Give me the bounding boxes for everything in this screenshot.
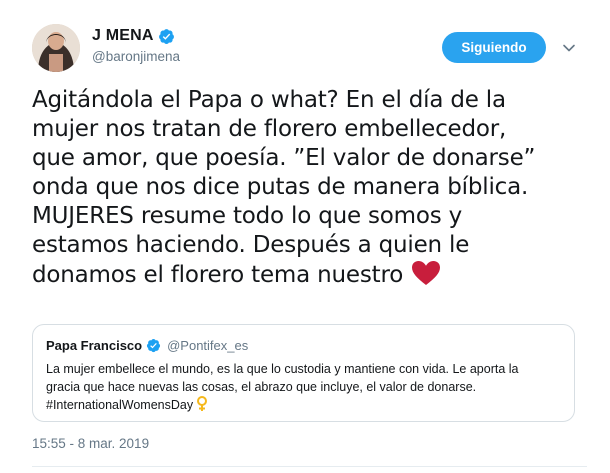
tweet-card: J MENA @baronjimena Siguiendo Agitándola…	[0, 0, 610, 473]
chevron-down-icon[interactable]	[562, 41, 576, 55]
following-button[interactable]: Siguiendo	[442, 32, 546, 63]
tweet-text-line: Agitándola el Papa o what? En el día de …	[32, 87, 506, 113]
tweet-text-line: que amor, que poesía. ”El valor de donar…	[32, 145, 536, 171]
quoted-text-line: gracia que hace nuevas las cosas, el abr…	[46, 380, 477, 394]
quoted-author-handle: @Pontifex_es	[167, 338, 249, 353]
heart-emoji	[412, 261, 441, 285]
tweet-text: Agitándola el Papa o what? En el día de …	[32, 86, 582, 290]
verified-badge-icon	[158, 28, 174, 44]
female-sign-emoji	[197, 396, 208, 411]
tweet-header: J MENA @baronjimena Siguiendo	[32, 24, 587, 76]
hashtag-link[interactable]: #InternationalWomensDay	[46, 398, 193, 412]
author-handle[interactable]: @baronjimena	[92, 49, 180, 64]
tweet-text-line: MUJERES resume todo lo que somos y	[32, 203, 463, 229]
author-block: J MENA @baronjimena	[92, 27, 180, 64]
quoted-text-line-last: #InternationalWomensDay	[46, 396, 571, 414]
divider	[32, 466, 587, 467]
tweet-text-line: mujer nos tratan de florero embellecedor…	[32, 116, 507, 142]
author-display-name[interactable]: J MENA	[92, 27, 154, 45]
quoted-tweet[interactable]: Papa Francisco @Pontifex_es La mujer emb…	[32, 324, 575, 422]
quoted-text-line: La mujer embellece el mundo, es la que l…	[46, 362, 519, 376]
display-name-row[interactable]: J MENA	[92, 27, 180, 45]
quoted-tweet-header: Papa Francisco @Pontifex_es	[46, 338, 248, 353]
quoted-tweet-text: La mujer embellece el mundo, es la que l…	[46, 360, 571, 414]
tweet-text-line-last: donamos el florero tema nuestro	[32, 260, 582, 290]
tweet-text-line: onda que nos dice putas de manera bíblic…	[32, 174, 529, 200]
quoted-author-name: Papa Francisco	[46, 338, 143, 353]
verified-badge-icon	[147, 339, 161, 353]
tweet-text-line: donamos el florero tema nuestro	[32, 262, 404, 288]
avatar[interactable]	[32, 24, 80, 72]
tweet-timestamp[interactable]: 15:55 - 8 mar. 2019	[32, 436, 149, 451]
tweet-text-line: estamos haciendo. Después a quien le	[32, 232, 470, 258]
